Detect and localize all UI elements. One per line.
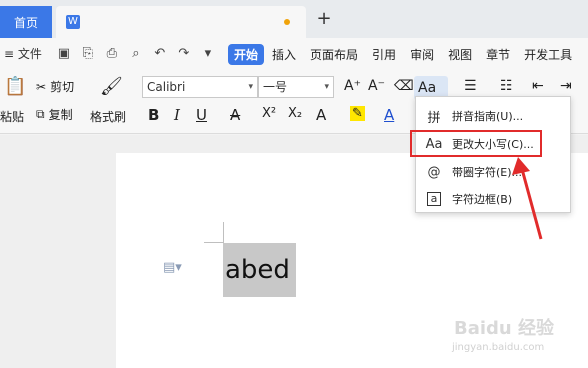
- superscript-icon[interactable]: X²: [262, 106, 276, 121]
- writer-logo-icon: W: [66, 15, 80, 29]
- ribbon-tabs: 开始 插入 页面布局 引用 审阅 视图 章节 开发工具: [228, 44, 580, 65]
- menu-item-enclosed-characters[interactable]: @ 带圈字符(E)...: [416, 159, 572, 185]
- tab-view[interactable]: 视图: [442, 44, 478, 65]
- italic-icon[interactable]: I: [174, 106, 180, 124]
- enclosed-character-icon: @: [427, 164, 441, 180]
- paragraph-layout-icon[interactable]: ▤▾: [163, 260, 182, 275]
- redo-icon[interactable]: ↷: [176, 46, 192, 62]
- increase-indent-icon[interactable]: ⇥: [560, 78, 572, 94]
- clear-format-icon[interactable]: ⌫: [394, 78, 414, 94]
- character-border-icon: a: [427, 192, 441, 206]
- unsaved-indicator: [284, 19, 290, 25]
- tab-page-layout[interactable]: 页面布局: [304, 44, 364, 65]
- highlight-icon[interactable]: ✎: [350, 106, 365, 121]
- menu-item-label: 字符边框(B): [452, 193, 513, 206]
- font-name-select[interactable]: Calibri ▾: [142, 76, 258, 98]
- paste-icon[interactable]: 📋: [4, 76, 26, 97]
- menu-item-character-border[interactable]: a 字符边框(B): [416, 186, 572, 212]
- decrease-indent-icon[interactable]: ⇤: [532, 78, 544, 94]
- tab-references[interactable]: 引用: [366, 44, 402, 65]
- phonetic-guide-icon: 拼: [427, 110, 441, 126]
- bold-icon[interactable]: B: [148, 106, 159, 124]
- subscript-icon[interactable]: X₂: [288, 106, 302, 121]
- menu-item-label: 拼音指南(U)...: [452, 110, 524, 123]
- bullet-list-icon[interactable]: ☰: [464, 78, 477, 94]
- watermark-url: jingyan.baidu.com: [452, 342, 545, 353]
- save-icon[interactable]: ▣: [56, 46, 72, 62]
- tab-start[interactable]: 开始: [228, 44, 265, 65]
- more-icon[interactable]: ▾: [200, 46, 216, 62]
- preview-icon[interactable]: ⌕: [128, 46, 144, 62]
- chevron-down-icon: ▾: [248, 82, 253, 92]
- export-icon[interactable]: ⎘: [80, 46, 96, 62]
- tab-home[interactable]: 首页: [0, 6, 52, 38]
- tab-developer[interactable]: 开发工具: [518, 44, 578, 65]
- tab-document[interactable]: W: [56, 6, 306, 38]
- cut-button[interactable]: ✂ 剪切: [36, 78, 74, 95]
- shrink-font-icon[interactable]: A⁻: [368, 78, 385, 94]
- font-color-icon[interactable]: A: [384, 106, 394, 124]
- text-effect-icon[interactable]: A: [316, 106, 326, 124]
- undo-icon[interactable]: ↶: [152, 46, 168, 62]
- numbered-list-icon[interactable]: ☷: [500, 78, 513, 94]
- margin-corner-mark: [223, 222, 224, 242]
- selected-text[interactable]: abed: [223, 243, 296, 297]
- tab-review[interactable]: 审阅: [404, 44, 440, 65]
- format-painter-icon[interactable]: 🖌: [100, 76, 123, 97]
- tab-insert[interactable]: 插入: [266, 44, 302, 65]
- copy-button[interactable]: ⧉ 复制: [36, 106, 73, 123]
- menu-item-phonetic-guide[interactable]: 拼 拼音指南(U)...: [416, 103, 572, 129]
- grow-font-icon[interactable]: A⁺: [344, 78, 361, 94]
- format-painter-button[interactable]: 格式刷: [90, 108, 126, 125]
- underline-icon[interactable]: U: [196, 106, 207, 124]
- print-icon[interactable]: ⎙: [104, 46, 120, 62]
- font-size-select[interactable]: 一号 ▾: [258, 76, 334, 98]
- new-tab-button[interactable]: +: [314, 9, 334, 29]
- scissors-icon: ✂: [36, 79, 47, 94]
- strikethrough-icon[interactable]: A: [230, 106, 240, 124]
- menu-bar: ≡ 文件 ▣ ⎘ ⎙ ⌕ ↶ ↷ ▾ 开始 插入 页面布局 引用 审阅 视图 章…: [0, 38, 588, 70]
- highlight-annotation-box: [410, 130, 542, 157]
- paste-button[interactable]: 粘贴: [0, 108, 24, 125]
- chevron-down-icon: ▾: [324, 82, 329, 92]
- tab-chapter[interactable]: 章节: [480, 44, 516, 65]
- file-menu[interactable]: ≡ 文件: [4, 45, 42, 62]
- arrow-annotation-icon: [512, 157, 543, 240]
- watermark-logo: Baidu 经验: [454, 318, 555, 339]
- copy-icon: ⧉: [36, 107, 45, 121]
- margin-corner-mark: [204, 242, 224, 243]
- title-bar: 首页 W +: [0, 0, 588, 38]
